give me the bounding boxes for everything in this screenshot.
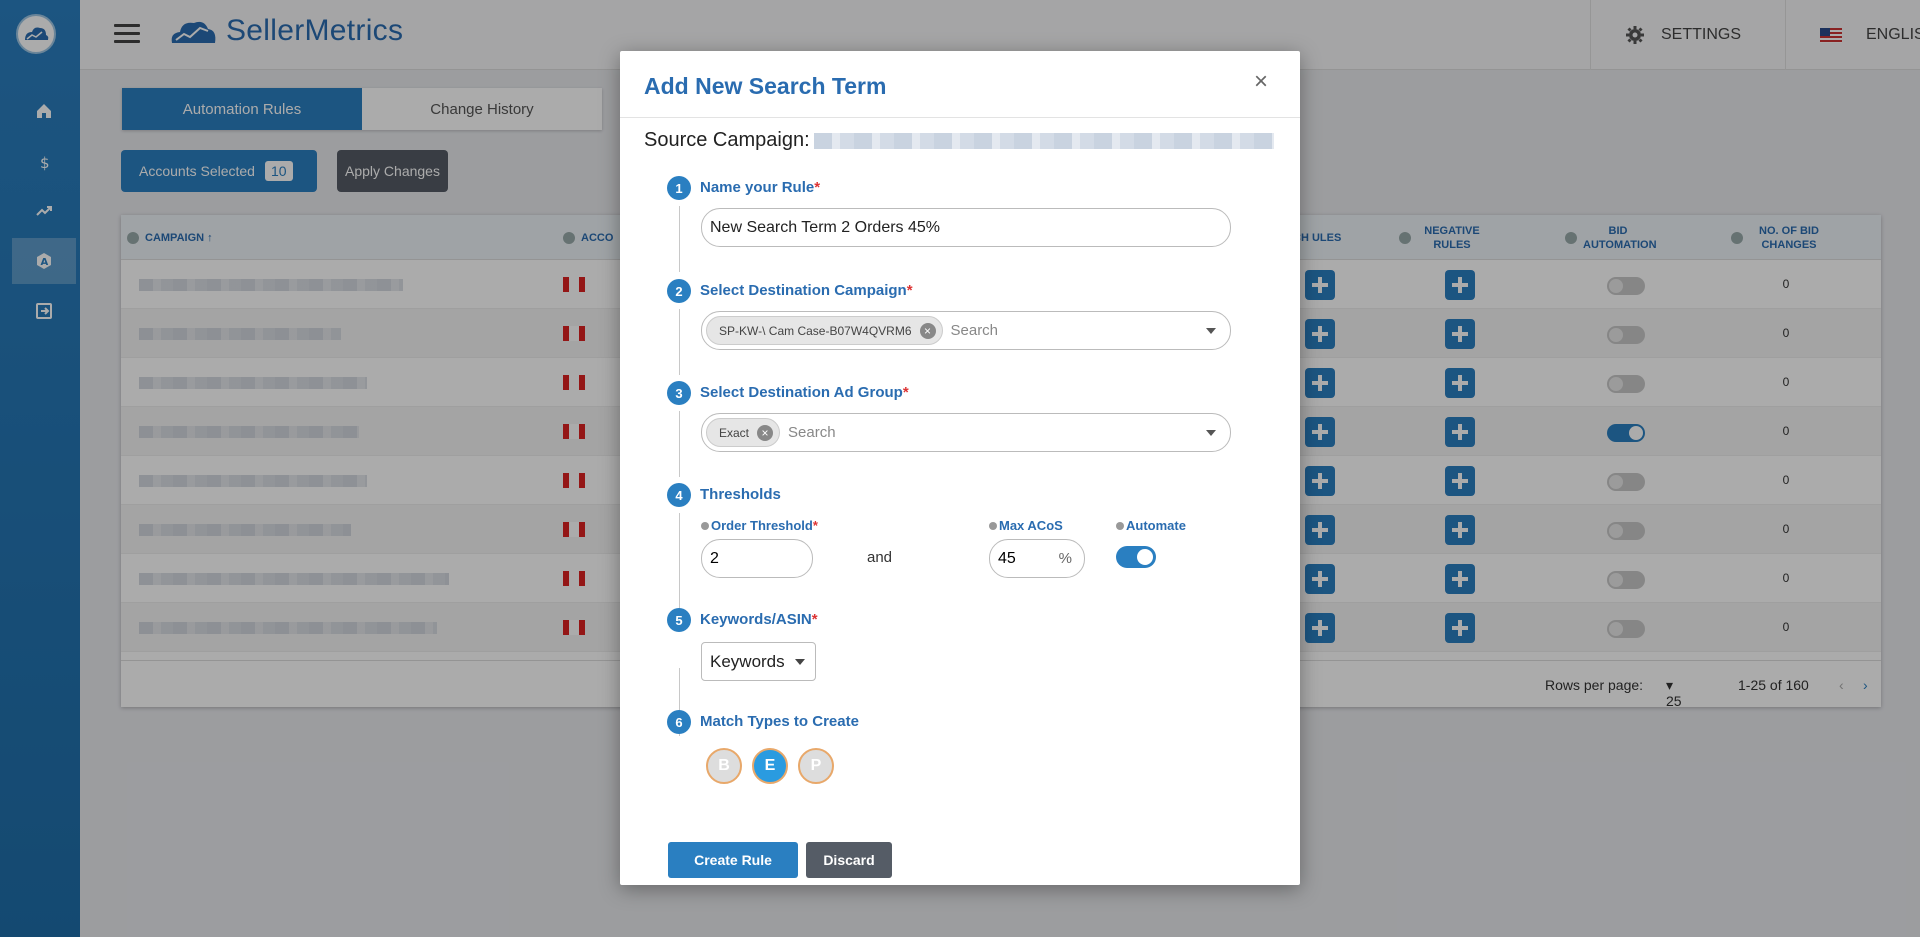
keywords-asin-dropdown[interactable]: Keywords (701, 642, 816, 681)
source-campaign-value-redacted (814, 133, 1274, 149)
order-threshold-label: Order Threshold * (701, 518, 818, 533)
destination-campaign-chip: SP-KW-\ Cam Case-B07W4QVRM6 × (706, 316, 943, 345)
help-icon (989, 521, 997, 530)
campaign-search-placeholder[interactable]: Search (951, 322, 1207, 339)
step-number: 4 (667, 483, 691, 507)
match-type-broad-button[interactable]: B (706, 748, 742, 784)
step-label-ad-group: Select Destination Ad Group* (700, 384, 909, 401)
step-number: 5 (667, 608, 691, 632)
step-label-thresholds: Thresholds (700, 486, 781, 503)
step-connector (679, 411, 680, 477)
close-icon[interactable]: × (1248, 68, 1274, 95)
step-connector (679, 206, 680, 272)
create-rule-button[interactable]: Create Rule (668, 842, 798, 878)
chip-remove-icon[interactable]: × (757, 424, 774, 441)
order-threshold-field[interactable] (701, 539, 813, 578)
chevron-down-icon[interactable] (1206, 327, 1216, 334)
step-label-destination-campaign: Select Destination Campaign* (700, 282, 913, 299)
keywords-asin-value: Keywords (710, 651, 785, 671)
step-label-match-types: Match Types to Create (700, 713, 859, 730)
max-acos-input[interactable] (998, 549, 1059, 568)
ad-group-chip: Exact × (706, 418, 781, 447)
add-search-term-modal: Add New Search Term × Source Campaign: 1… (620, 51, 1300, 885)
discard-button[interactable]: Discard (806, 842, 892, 878)
modal-divider (620, 117, 1300, 118)
max-acos-field[interactable]: % (989, 539, 1085, 578)
match-type-exact-button[interactable]: E (752, 748, 788, 784)
step-number: 6 (667, 710, 691, 734)
and-label: and (867, 549, 893, 566)
step-number: 2 (667, 279, 691, 303)
ad-group-search-placeholder[interactable]: Search (788, 424, 1206, 441)
automate-toggle[interactable] (1116, 546, 1156, 568)
source-campaign-label: Source Campaign: (644, 129, 810, 151)
automate-label: Automate (1116, 518, 1186, 533)
chevron-down-icon (794, 658, 805, 665)
chip-remove-icon[interactable]: × (919, 322, 936, 339)
step-label-rule-name: Name your Rule* (700, 179, 821, 196)
step-label-keywords-asin: Keywords/ASIN* (700, 611, 818, 628)
max-acos-label: Max ACoS (989, 518, 1063, 533)
help-icon (1116, 521, 1124, 530)
step-number: 3 (667, 381, 691, 405)
rule-name-input[interactable] (710, 218, 1230, 237)
order-threshold-input[interactable] (710, 549, 800, 568)
step-connector (679, 309, 680, 375)
destination-campaign-select[interactable]: SP-KW-\ Cam Case-B07W4QVRM6 × Search (701, 311, 1231, 350)
percent-symbol: % (1058, 550, 1072, 567)
ad-group-select[interactable]: Exact × Search (701, 413, 1231, 452)
modal-title: Add New Search Term (644, 73, 887, 99)
help-icon (701, 521, 709, 530)
match-type-phrase-button[interactable]: P (798, 748, 834, 784)
chevron-down-icon[interactable] (1206, 429, 1216, 436)
rule-name-field[interactable] (701, 208, 1231, 247)
step-number: 1 (667, 176, 691, 200)
